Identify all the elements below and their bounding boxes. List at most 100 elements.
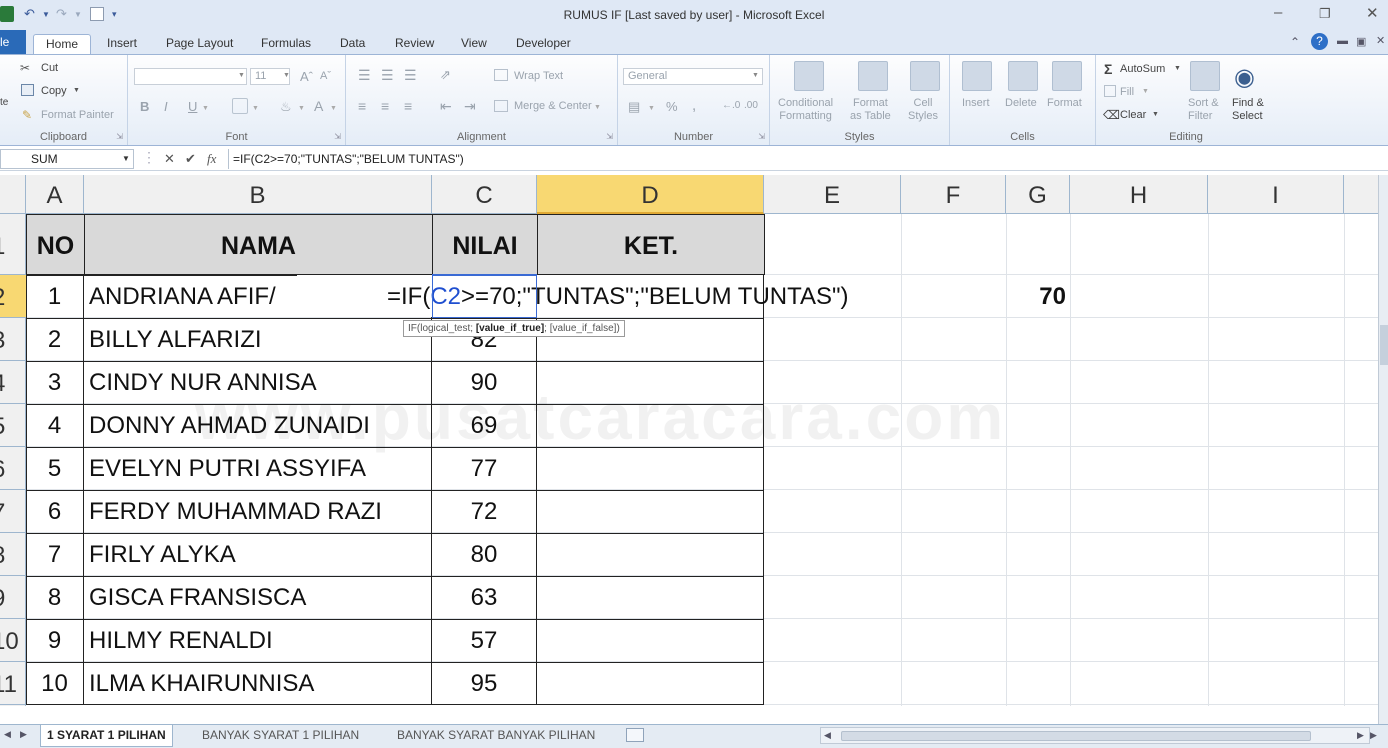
fill-button[interactable]: Fill — [1120, 86, 1134, 98]
active-cell-formula-text[interactable]: =IF(C2>=70;"TUNTAS";"BELUM TUNTAS") — [387, 276, 849, 319]
tab-home-active[interactable]: Home — [33, 34, 92, 54]
tab-page-layout[interactable]: Page Layout — [154, 34, 245, 54]
clear-icon[interactable]: ⌫ — [1103, 108, 1120, 122]
column-header-c[interactable]: C — [432, 175, 537, 214]
autosum-dropdown-icon[interactable]: ▼ — [1174, 65, 1181, 72]
comma-style-icon[interactable]: , — [692, 97, 696, 114]
font-color-dropdown-icon[interactable]: ▼ — [330, 105, 337, 112]
fill-icon[interactable] — [1104, 85, 1116, 97]
format-cells-button[interactable]: Format — [1047, 97, 1082, 109]
number-format-combo[interactable]: General — [623, 68, 763, 85]
find-select-button[interactable]: Find & Select — [1232, 97, 1264, 123]
scroll-right-icon[interactable]: ▶ — [1357, 730, 1364, 741]
format-painter-icon[interactable]: ✎ — [22, 108, 32, 122]
split-box-icon[interactable]: ▶ — [1370, 730, 1377, 741]
underline-dropdown-icon[interactable]: ▼ — [202, 105, 209, 112]
sheet-tab-1[interactable]: 1 SYARAT 1 PILIHAN — [40, 725, 173, 747]
vertical-scrollbar[interactable] — [1378, 175, 1388, 724]
tab-file[interactable]: le — [0, 30, 26, 54]
merge-center-icon[interactable] — [494, 100, 508, 112]
paste-label[interactable]: te — [0, 97, 8, 108]
horizontal-scrollbar[interactable]: ◀ ▶ — [820, 727, 1370, 744]
table-cell-nilai[interactable]: 95 — [432, 662, 537, 705]
column-header-a[interactable]: A — [26, 175, 84, 214]
conditional-formatting-icon[interactable] — [794, 61, 824, 91]
align-center-icon[interactable]: ≡ — [381, 98, 389, 114]
table-cell-no[interactable]: 10 — [26, 662, 84, 705]
font-name-combo[interactable] — [134, 68, 247, 85]
table-cell-nama[interactable]: HILMY RENALDI — [84, 619, 432, 662]
merge-center-button[interactable]: Merge & Center — [514, 100, 592, 112]
tab-insert[interactable]: Insert — [95, 34, 149, 54]
borders-icon[interactable] — [232, 98, 248, 114]
table-cell-nilai[interactable]: 72 — [432, 490, 537, 533]
table-cell-ket[interactable] — [537, 662, 764, 705]
align-bottom-icon[interactable]: ☰ — [404, 67, 417, 84]
column-header-i[interactable]: I — [1208, 175, 1344, 214]
minimize-button[interactable]: – — [1274, 4, 1282, 21]
column-header-g[interactable]: G — [1006, 175, 1070, 214]
table-cell-no[interactable]: 4 — [26, 404, 84, 447]
wrap-text-button[interactable]: Wrap Text — [514, 70, 563, 82]
font-color-icon[interactable]: A — [314, 98, 323, 114]
select-all-corner[interactable] — [0, 175, 26, 214]
header-cell-nama[interactable]: NAMA — [84, 214, 433, 275]
first-sheet-nav-icon[interactable]: ◀ — [4, 729, 11, 740]
increase-indent-icon[interactable]: ⇥ — [464, 98, 476, 115]
delete-cells-icon[interactable] — [1008, 61, 1038, 91]
tab-review[interactable]: Review — [383, 34, 446, 54]
row-header-7[interactable]: 7 — [0, 490, 26, 533]
table-cell-nama[interactable]: FIRLY ALYKA — [84, 533, 432, 576]
number-launcher-icon[interactable]: ⇲ — [758, 132, 765, 141]
row-header-2[interactable]: 2 — [0, 275, 26, 318]
row-header-6[interactable]: 6 — [0, 447, 26, 490]
table-cell-no[interactable]: 6 — [26, 490, 84, 533]
cancel-formula-icon[interactable]: ✕ — [164, 151, 175, 167]
clear-button[interactable]: Clear — [1120, 109, 1146, 121]
table-cell-nilai[interactable]: 63 — [432, 576, 537, 619]
restore-button[interactable]: ❐ — [1319, 6, 1331, 22]
help-icon[interactable]: ? — [1311, 33, 1328, 50]
row-header-4[interactable]: 4 — [0, 361, 26, 404]
autosum-button[interactable]: AutoSum — [1120, 63, 1165, 75]
table-cell-ket[interactable] — [537, 576, 764, 619]
shrink-font-icon[interactable]: Aˇ — [320, 70, 331, 82]
wrap-text-icon[interactable] — [494, 69, 508, 81]
decrease-decimal-icon[interactable]: .00 — [744, 100, 758, 111]
table-cell-no[interactable]: 2 — [26, 318, 84, 361]
tab-view[interactable]: View — [449, 34, 499, 54]
conditional-formatting-button[interactable]: Conditional Formatting — [778, 97, 833, 123]
table-cell-nama[interactable]: BILLY ALFARIZI — [84, 318, 432, 361]
g2-value[interactable]: 70 — [1006, 276, 1066, 319]
close-button[interactable]: ✕ — [1366, 4, 1379, 22]
font-name-dropdown-icon[interactable]: ▼ — [238, 72, 245, 79]
delete-cells-button[interactable]: Delete — [1005, 97, 1037, 109]
cut-button[interactable]: Cut — [41, 62, 58, 74]
table-cell-no[interactable]: 1 — [26, 275, 84, 318]
number-format-dropdown-icon[interactable]: ▼ — [752, 72, 759, 79]
window-restore-icon[interactable]: ▣ — [1356, 35, 1366, 48]
horizontal-scroll-thumb[interactable] — [841, 731, 1311, 741]
decrease-indent-icon[interactable]: ⇤ — [440, 98, 452, 115]
row-header-9[interactable]: 9 — [0, 576, 26, 619]
fill-color-dropdown-icon[interactable]: ▼ — [298, 105, 305, 112]
align-right-icon[interactable]: ≡ — [404, 98, 412, 114]
header-cell-no[interactable]: NO — [26, 214, 85, 275]
format-as-table-button[interactable]: Format as Table — [850, 97, 891, 123]
insert-function-icon[interactable]: fx — [207, 151, 216, 167]
vertical-scroll-thumb[interactable] — [1380, 325, 1388, 365]
row-header-10[interactable]: 10 — [0, 619, 26, 662]
autosum-icon[interactable]: Σ — [1104, 61, 1112, 77]
window-minimize-icon[interactable]: ▬ — [1337, 35, 1348, 47]
table-cell-no[interactable]: 3 — [26, 361, 84, 404]
header-cell-ket[interactable]: KET. — [537, 214, 765, 275]
format-cells-icon[interactable] — [1052, 61, 1082, 91]
borders-dropdown-icon[interactable]: ▼ — [252, 105, 259, 112]
insert-cells-icon[interactable] — [962, 61, 992, 91]
table-cell-ket[interactable] — [537, 619, 764, 662]
tab-data[interactable]: Data — [328, 34, 377, 54]
align-top-icon[interactable]: ☰ — [358, 67, 371, 84]
scroll-left-icon[interactable]: ◀ — [824, 730, 831, 741]
copy-icon[interactable] — [21, 84, 34, 96]
table-cell-no[interactable]: 9 — [26, 619, 84, 662]
